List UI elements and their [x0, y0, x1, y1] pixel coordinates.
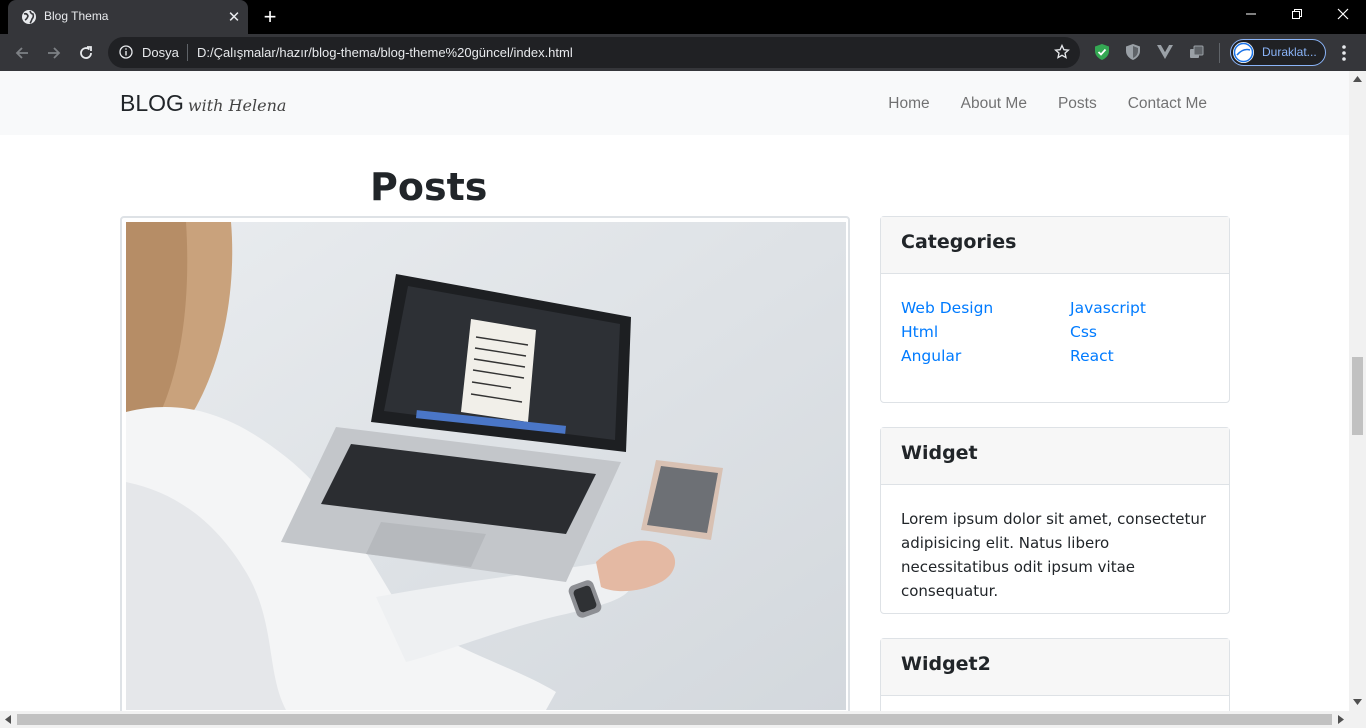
address-divider: [187, 44, 188, 61]
vue-devtools-icon[interactable]: [1156, 43, 1174, 61]
tab-close-icon[interactable]: ✕: [226, 9, 242, 25]
info-icon[interactable]: [119, 45, 133, 59]
brand-title: BLOG: [120, 90, 184, 116]
restore-icon: [1292, 9, 1302, 19]
tab-strip: Blog Thema ✕ +: [0, 0, 1366, 34]
shield-extension-icon[interactable]: [1093, 43, 1111, 61]
scroll-down-icon[interactable]: [1353, 699, 1362, 705]
page-viewport: BLOG with Helena Home About Me Posts Cont…: [0, 71, 1349, 711]
back-icon: [15, 47, 28, 59]
widget-text: Lorem ipsum dolor sit amet, consectetur …: [901, 510, 1207, 600]
categories-card: Categories Web Design Javascript Html Cs…: [880, 216, 1230, 403]
scroll-right-icon[interactable]: [1338, 715, 1344, 724]
category-link-web-design[interactable]: Web Design: [901, 298, 1070, 318]
categories-title: Categories: [881, 217, 1229, 274]
nav-link-contact[interactable]: Contact Me: [1128, 95, 1207, 113]
category-link-html[interactable]: Html: [901, 322, 1070, 342]
nav-links: Home About Me Posts Contact Me: [888, 95, 1207, 113]
star-icon[interactable]: [1054, 44, 1070, 60]
close-window-button[interactable]: [1320, 0, 1366, 30]
post-image[interactable]: [126, 222, 846, 710]
profile-label: Duraklat...: [1262, 45, 1317, 59]
horizontal-scrollbar[interactable]: [0, 711, 1366, 728]
close-icon: [1337, 8, 1349, 20]
new-tab-button[interactable]: +: [259, 6, 281, 29]
category-link-react[interactable]: React: [1070, 346, 1220, 366]
tab-title: Blog Thema: [44, 9, 109, 23]
minimize-button[interactable]: [1228, 0, 1274, 30]
vertical-scroll-thumb[interactable]: [1352, 357, 1363, 435]
minimize-icon: [1246, 13, 1256, 15]
widget2-card: Widget2: [880, 638, 1230, 711]
site-brand[interactable]: BLOG with Helena: [120, 90, 286, 117]
brand-subtitle: with Helena: [187, 96, 287, 115]
scroll-left-icon[interactable]: [5, 715, 11, 724]
page-title: Posts: [370, 165, 488, 209]
category-link-css[interactable]: Css: [1070, 322, 1220, 342]
reload-button[interactable]: [73, 40, 99, 66]
address-bar[interactable]: Dosya D:/Çalışmalar/hazır/blog-thema/blo…: [108, 37, 1080, 68]
menu-icon[interactable]: [1336, 42, 1352, 64]
post-illustration: [126, 222, 846, 710]
profile-avatar-icon: [1233, 42, 1254, 63]
scroll-up-icon[interactable]: [1353, 76, 1362, 82]
browser-toolbar: Dosya D:/Çalışmalar/hazır/blog-thema/blo…: [0, 34, 1366, 71]
widget2-title: Widget2: [881, 639, 1229, 696]
url-text[interactable]: D:/Çalışmalar/hazır/blog-thema/blog-them…: [197, 45, 573, 60]
site-security-label[interactable]: Dosya: [142, 45, 179, 60]
forward-icon: [48, 47, 61, 59]
restore-button[interactable]: [1274, 0, 1320, 30]
nav-link-home[interactable]: Home: [888, 95, 929, 113]
nav-link-posts[interactable]: Posts: [1058, 95, 1097, 113]
reload-icon: [80, 46, 92, 59]
globe-icon: [22, 10, 36, 24]
toolbar-divider: [1219, 43, 1220, 63]
category-link-angular[interactable]: Angular: [901, 346, 1070, 366]
categories-list: Web Design Javascript Html Css Angular R…: [901, 298, 1209, 366]
widget-title: Widget: [881, 428, 1229, 485]
vertical-scrollbar[interactable]: [1349, 71, 1366, 711]
back-button[interactable]: [9, 40, 35, 66]
nav-link-about[interactable]: About Me: [961, 95, 1027, 113]
brave-shield-icon[interactable]: [1124, 43, 1142, 61]
window-extension-icon[interactable]: [1188, 43, 1206, 61]
category-link-javascript[interactable]: Javascript: [1070, 298, 1220, 318]
site-navbar: BLOG with Helena Home About Me Posts Cont…: [0, 71, 1349, 135]
widget-card: Widget Lorem ipsum dolor sit amet, conse…: [880, 427, 1230, 614]
browser-tab[interactable]: Blog Thema ✕: [8, 0, 248, 34]
profile-button[interactable]: Duraklat...: [1230, 39, 1326, 66]
forward-button[interactable]: [41, 40, 67, 66]
avatar: [1233, 42, 1254, 63]
horizontal-scroll-thumb[interactable]: [17, 714, 1332, 725]
post-card[interactable]: [120, 216, 850, 711]
